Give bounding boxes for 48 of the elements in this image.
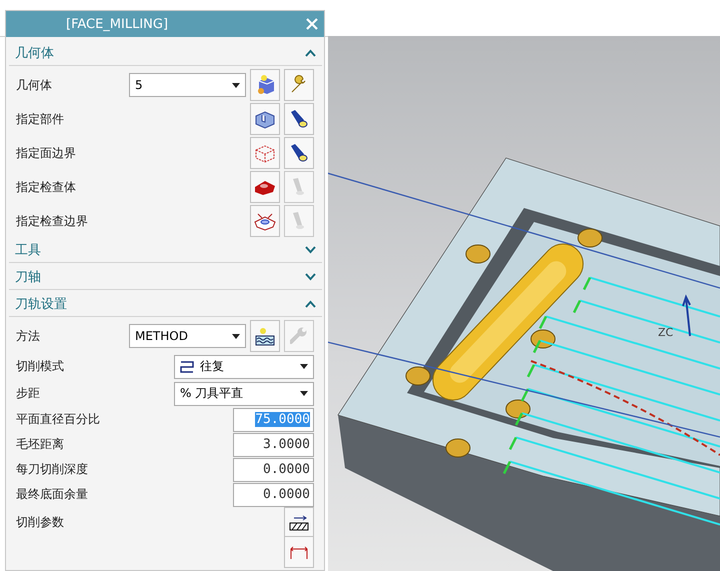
field-label: 步距	[16, 385, 41, 402]
cut-parameters-button[interactable]	[284, 506, 314, 538]
dropdown[interactable]: 往复	[174, 354, 314, 378]
dropdown-caret-icon	[232, 82, 240, 88]
chevron-down-icon	[305, 246, 316, 254]
dropdown-caret-icon	[232, 334, 240, 338]
block-part-icon	[254, 109, 276, 129]
field-label: 最终底面余量	[16, 486, 89, 503]
non-cutting-moves-button[interactable]	[284, 536, 314, 568]
tool-button[interactable]	[250, 171, 280, 203]
tool-button[interactable]	[284, 103, 314, 135]
dashed-box-icon	[254, 143, 276, 163]
dropdown[interactable]: % 刀具平直	[174, 382, 314, 406]
number-field[interactable]: 0.0000	[233, 458, 314, 482]
flashlight-icon	[288, 142, 310, 164]
close-icon[interactable]	[306, 18, 318, 30]
number-field[interactable]: 3.0000	[233, 432, 314, 456]
dropdown-caret-icon	[300, 364, 308, 369]
axis-label: ZC	[658, 326, 674, 339]
field-label: 每刀切削深度	[16, 461, 89, 478]
check-body-icon	[253, 178, 277, 196]
field-label: 平面直径百分比	[16, 411, 101, 428]
field-label: 切削模式	[16, 358, 65, 375]
field-label: 方法	[16, 328, 41, 344]
dialog-title: [FACE_MILLING]	[66, 16, 168, 32]
tool-button[interactable]	[284, 137, 314, 169]
field-label: 指定部件	[16, 110, 65, 128]
water-sparkle-icon	[254, 325, 276, 347]
dropdown[interactable]: 5	[129, 73, 246, 97]
chevron-up-icon	[305, 49, 316, 57]
boundary-block-icon	[253, 211, 277, 231]
dropdown[interactable]: METHOD	[129, 324, 246, 348]
number-field[interactable]: 0.0000	[233, 482, 314, 506]
field-label: 切削参数	[16, 514, 65, 531]
tool-button[interactable]	[250, 103, 280, 135]
field-label: 指定检查体	[16, 178, 77, 196]
chevron-up-icon	[305, 300, 316, 308]
zigzag-pattern-icon	[180, 360, 194, 372]
field-label: 几何体	[16, 76, 53, 94]
tool-button[interactable]	[250, 205, 280, 237]
hatch-arrow-icon	[288, 514, 310, 532]
field-label: 指定检查边界	[16, 212, 89, 230]
chevron-down-icon	[305, 273, 316, 281]
tool-button[interactable]	[250, 320, 280, 352]
dropdown-caret-icon	[300, 391, 308, 396]
flashlight-icon	[288, 108, 310, 130]
field-label: 指定面边界	[16, 144, 77, 162]
field-label: 毛坯距离	[16, 436, 65, 453]
